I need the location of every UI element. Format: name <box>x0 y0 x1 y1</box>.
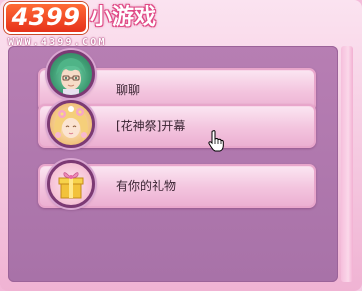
gift-box-avatar <box>47 160 95 208</box>
site-logo: 4399 小游戏 <box>0 0 170 36</box>
blonde-flower-girl-avatar <box>47 100 95 148</box>
logo-brand-name: 小游戏 <box>90 5 157 30</box>
option-label: [花神祭]开幕 <box>116 119 186 133</box>
option-label: 有你的礼物 <box>116 179 177 193</box>
scrollbar[interactable] <box>341 46 353 282</box>
logo-4399-badge: 4399 <box>4 2 88 34</box>
hand-cursor-icon <box>208 130 224 152</box>
green-haired-boy-avatar <box>47 50 95 98</box>
